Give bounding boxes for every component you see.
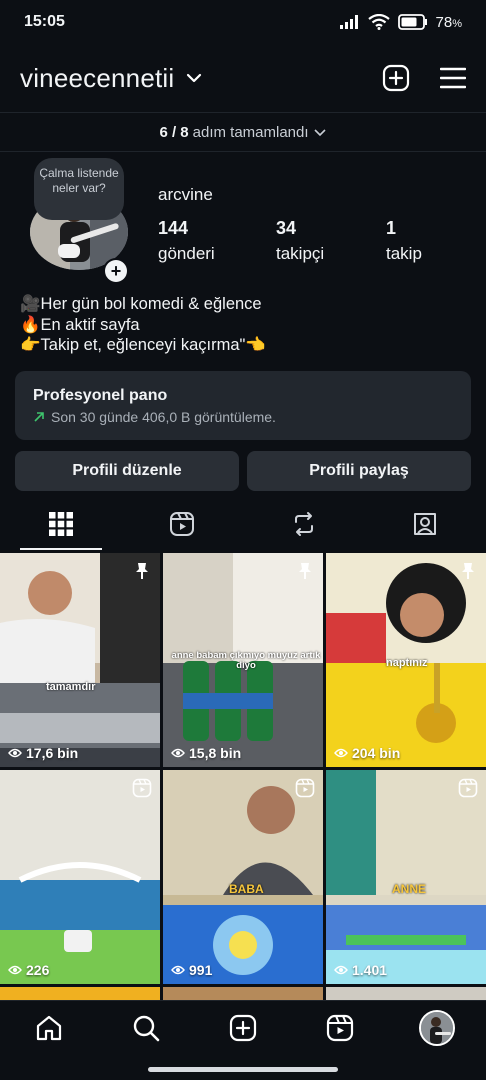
- create-icon: [229, 1014, 257, 1042]
- battery-percent: 78%: [435, 13, 462, 31]
- search-icon: [133, 1015, 160, 1042]
- play-icon: [8, 748, 22, 758]
- post-tile[interactable]: [163, 987, 323, 1000]
- note-bubble[interactable]: Çalma listende neler var?: [34, 158, 124, 220]
- profile-bio: 🎥Her gün bol komedi & eğlence 🔥En aktif …: [20, 294, 266, 356]
- post-tile[interactable]: ANNE 1.401: [326, 770, 486, 984]
- share-profile-button[interactable]: Profili paylaş: [247, 451, 471, 491]
- posts-grid: tamamdır 17,6 bin anne babam çıkmıyo muy…: [0, 553, 486, 1000]
- profile-header: vineecennetii: [0, 52, 486, 104]
- stat-value: 34: [276, 218, 297, 238]
- views-count: 15,8 bin: [189, 745, 242, 761]
- post-caption: ANNE: [392, 882, 427, 896]
- tab-reels[interactable]: [122, 498, 244, 550]
- stat-value: 1: [386, 218, 397, 238]
- nav-profile[interactable]: [389, 1010, 486, 1080]
- pin-icon: [136, 563, 148, 579]
- tab-reposts[interactable]: [243, 498, 365, 550]
- stat-following[interactable]: 1 takip: [386, 218, 422, 264]
- reels-icon: [295, 778, 315, 798]
- status-time: 15:05: [24, 13, 65, 30]
- home-icon: [36, 1015, 61, 1041]
- chevron-down-icon: [313, 129, 326, 137]
- reels-icon: [170, 512, 195, 536]
- account-username[interactable]: vineecennetii: [20, 63, 174, 94]
- post-views: 226: [8, 962, 49, 978]
- post-caption: tamamdır: [46, 681, 96, 693]
- plus-icon: +: [105, 260, 127, 282]
- post-views: 1.401: [334, 962, 387, 978]
- add-story-button[interactable]: +: [103, 258, 129, 284]
- post-views: 991: [171, 962, 212, 978]
- grid-icon: [48, 512, 73, 536]
- views-count: 1.401: [352, 962, 388, 978]
- setup-progress[interactable]: 6 / 8 adım tamamlandı: [0, 112, 486, 152]
- post-views: 17,6 bin: [8, 745, 78, 761]
- stat-followers[interactable]: 34 takipçi: [276, 218, 324, 264]
- play-icon: [334, 748, 348, 758]
- nav-home[interactable]: [0, 1013, 97, 1080]
- views-count: 17,6 bin: [26, 745, 79, 761]
- post-caption: naptınız: [386, 657, 428, 669]
- trend-up-icon: [34, 412, 44, 422]
- post-views: 15,8 bin: [171, 745, 241, 761]
- post-tile[interactable]: [0, 987, 160, 1000]
- views-count: 204 bin: [352, 745, 401, 761]
- status-bar: 15:05 78%: [0, 0, 486, 44]
- post-tile[interactable]: naptınız 204 bin: [326, 553, 486, 767]
- post-views: 204 bin: [334, 745, 400, 761]
- display-name: arcvine: [158, 185, 213, 204]
- views-count: 226: [26, 962, 50, 978]
- dashboard-title: Profesyonel pano: [33, 387, 168, 404]
- status-icons: 78%: [339, 13, 462, 31]
- wifi-icon: [367, 14, 390, 30]
- professional-dashboard[interactable]: Profesyonel pano Son 30 günde 406,0 B gö…: [15, 371, 471, 440]
- steps-text: adım tamamlandı: [192, 123, 309, 141]
- post-tile[interactable]: 226: [0, 770, 160, 984]
- chevron-down-icon[interactable]: [186, 73, 202, 83]
- pin-icon: [299, 563, 311, 579]
- stat-label: gönderi: [158, 244, 215, 263]
- play-icon: [171, 748, 185, 758]
- play-icon: [8, 965, 22, 975]
- create-post-icon[interactable]: [382, 64, 410, 92]
- post-tile[interactable]: anne babam çıkmıyo muyuz artık diyo 15,8…: [163, 553, 323, 767]
- steps-count: 6 / 8: [159, 123, 189, 141]
- post-caption: anne babam çıkmıyo muyuz artık diyo: [171, 650, 321, 671]
- tab-tagged[interactable]: [365, 498, 486, 550]
- dashboard-subtitle-text: Son 30 günde 406,0 B görüntüleme.: [51, 409, 276, 425]
- tagged-icon: [414, 513, 437, 535]
- reels-icon: [132, 778, 152, 798]
- post-tile[interactable]: tamamdır 17,6 bin: [0, 553, 160, 767]
- stat-value: 144: [158, 218, 189, 238]
- bio-line: 🔥En aktif sayfa: [20, 315, 140, 334]
- views-count: 991: [189, 962, 213, 978]
- menu-icon[interactable]: [440, 67, 466, 89]
- stat-posts[interactable]: 144 gönderi: [158, 218, 215, 264]
- play-icon: [171, 965, 185, 975]
- bio-line: 🎥Her gün bol komedi & eğlence: [20, 295, 262, 313]
- stat-label: takipçi: [276, 244, 325, 263]
- reels-icon: [327, 1014, 354, 1042]
- signal-icon: [339, 15, 358, 29]
- reels-icon: [458, 778, 478, 798]
- home-indicator[interactable]: [148, 1067, 338, 1072]
- avatar: [419, 1010, 456, 1046]
- post-caption: BABA: [229, 882, 264, 896]
- dashboard-subtitle: Son 30 günde 406,0 B görüntüleme.: [33, 409, 453, 425]
- post-tile[interactable]: [326, 987, 486, 1000]
- profile-tabs: [0, 498, 486, 550]
- pin-icon: [462, 563, 474, 579]
- post-tile[interactable]: BABA 991: [163, 770, 323, 984]
- stat-label: takip: [386, 244, 422, 263]
- bio-line: 👉Takip et, eğlenceyi kaçırma"👈: [20, 336, 266, 354]
- battery-icon: [397, 14, 427, 30]
- edit-profile-button[interactable]: Profili düzenle: [15, 451, 239, 491]
- tab-grid[interactable]: [0, 498, 122, 550]
- play-icon: [334, 965, 348, 975]
- repost-icon: [294, 512, 313, 536]
